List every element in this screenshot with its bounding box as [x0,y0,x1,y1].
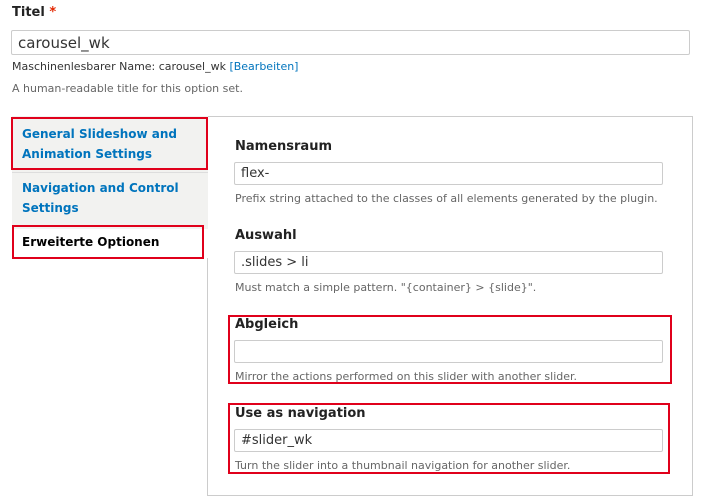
sync-description: Mirror the actions performed on this sli… [235,370,578,383]
namespace-input-value: flex- [241,166,270,181]
as-nav-for-label: Use as navigation [235,406,366,421]
as-nav-for-input-value: #slider_wk [241,433,313,448]
tab-advanced-options-label: Erweiterte Optionen [22,235,160,249]
as-nav-for-description: Turn the slider into a thumbnail navigat… [235,459,571,472]
tab-navigation-control[interactable]: Navigation and Control Settings [12,176,208,226]
machine-name-edit-link[interactable]: [Bearbeiten] [229,60,298,73]
selector-input[interactable]: .slides > li [234,251,663,274]
tab-general-slideshow[interactable]: General Slideshow and Animation Settings [12,122,208,172]
selector-input-value: .slides > li [241,255,309,270]
tab-navigation-control-label: Navigation and Control Settings [22,181,179,215]
title-description: A human-readable title for this option s… [12,82,243,95]
namespace-label: Namensraum [235,139,332,154]
tab-general-slideshow-label: General Slideshow and Animation Settings [22,127,177,161]
title-input[interactable]: carousel_wk [11,30,690,55]
title-label: Titel * [12,5,57,20]
tab-divider [12,172,208,173]
selector-label: Auswahl [235,228,297,243]
title-input-value: carousel_wk [18,33,110,52]
as-nav-for-input[interactable]: #slider_wk [234,429,663,452]
sync-input[interactable] [234,340,663,363]
sync-label: Abgleich [235,317,299,332]
namespace-input[interactable]: flex- [234,162,663,185]
required-marker: * [49,5,57,20]
machine-name: Maschinenlesbarer Name: carousel_wk [Bea… [12,60,299,73]
namespace-description: Prefix string attached to the classes of… [235,192,658,205]
selector-description: Must match a simple pattern. "{container… [235,281,537,294]
tab-advanced-options[interactable]: Erweiterte Optionen [12,229,208,258]
